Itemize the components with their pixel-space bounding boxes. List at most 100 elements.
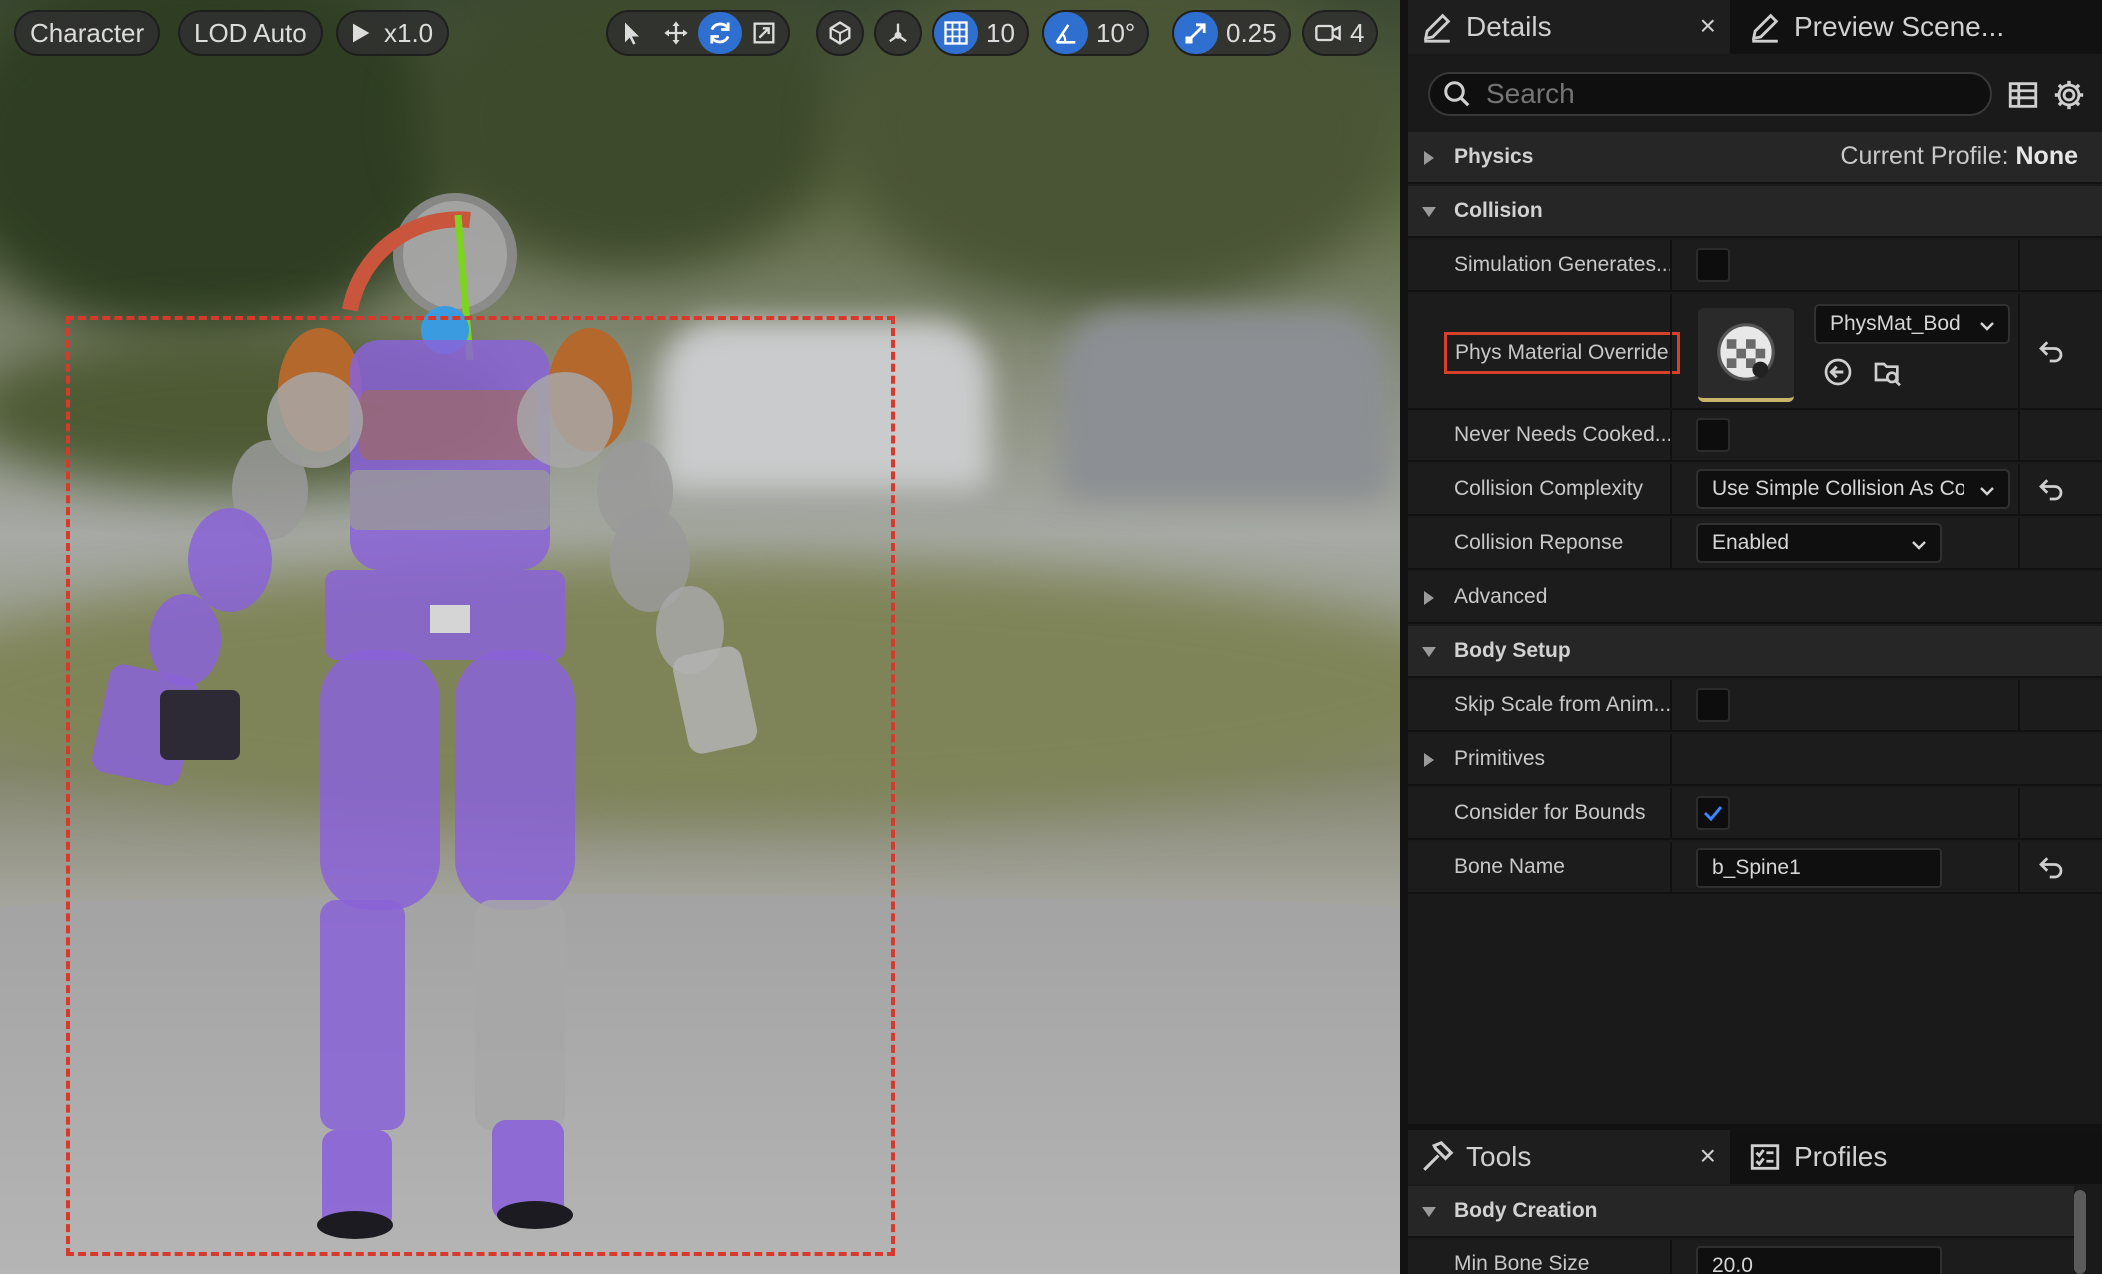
scale-snap-value[interactable]: 0.25: [1218, 18, 1287, 49]
tools-scrollbar[interactable]: [2074, 1190, 2086, 1274]
reset-to-default-icon[interactable]: [2036, 852, 2066, 882]
column-divider: [1670, 1240, 1672, 1274]
simulation-generates-checkbox[interactable]: [1696, 248, 1730, 282]
camera-speed-control[interactable]: 4: [1302, 10, 1379, 56]
close-icon[interactable]: ×: [1700, 10, 1716, 42]
column-divider: [1670, 842, 1672, 892]
lod-menu-button[interactable]: LOD Auto: [178, 10, 323, 56]
scale-mode-icon[interactable]: [742, 12, 786, 54]
property-phys-material-override: Phys Material Override PhysMat_Bod: [1408, 294, 2102, 410]
property-bone-name: Bone Name b_Spine1: [1408, 842, 2102, 894]
min-bone-size-field[interactable]: 20.0: [1696, 1246, 1942, 1274]
surface-snap-icon: [876, 12, 920, 54]
tab-preview-scene-label: Preview Scene...: [1794, 11, 2005, 42]
column-divider: [1670, 294, 1672, 408]
browse-asset-icon[interactable]: [1872, 356, 1904, 388]
section-physics[interactable]: Physics Current Profile: None: [1408, 132, 2102, 184]
column-divider: [1670, 680, 1672, 730]
search-input[interactable]: [1486, 78, 1966, 110]
advanced-label: Advanced: [1454, 585, 1548, 608]
surface-snap-toggle[interactable]: [874, 10, 922, 56]
collision-response-value: Enabled: [1712, 531, 1790, 554]
tab-tools[interactable]: Tools ×: [1408, 1130, 1730, 1184]
collapse-arrow-icon: [1422, 1207, 1436, 1217]
phys-material-override-label: Phys Material Override: [1444, 332, 1680, 374]
column-divider: [2018, 788, 2020, 838]
tab-tools-label: Tools: [1466, 1141, 1532, 1172]
scale-snap-control[interactable]: 0.25: [1172, 10, 1291, 56]
simulation-generates-label: Simulation Generates...: [1454, 253, 1674, 276]
column-divider: [2018, 680, 2020, 730]
play-speed-label: x1.0: [384, 17, 434, 48]
settings-gear-icon[interactable]: [2052, 78, 2086, 112]
world-space-icon: [818, 12, 862, 54]
table-view-icon[interactable]: [2006, 78, 2040, 112]
phys-material-combo[interactable]: PhysMat_Bod: [1814, 304, 2010, 344]
property-advanced[interactable]: Advanced: [1408, 572, 2102, 624]
reset-to-default-icon[interactable]: [2036, 474, 2066, 504]
collision-response-combo[interactable]: Enabled: [1696, 523, 1942, 563]
play-speed-button[interactable]: x1.0: [336, 10, 450, 56]
property-primitives[interactable]: Primitives: [1408, 734, 2102, 786]
viewport[interactable]: Character LOD Auto x1.0 10 10° 0.25 4: [0, 0, 1400, 1274]
translate-mode-icon[interactable]: [654, 12, 698, 54]
skip-scale-checkbox[interactable]: [1696, 688, 1730, 722]
tab-details-label: Details: [1466, 11, 1552, 42]
lod-menu-label: LOD Auto: [194, 17, 307, 48]
chevron-down-icon: [1912, 541, 1926, 550]
section-body-setup[interactable]: Body Setup: [1408, 626, 2102, 678]
bone-name-label: Bone Name: [1454, 855, 1565, 878]
column-divider: [2018, 240, 2020, 290]
section-physics-label: Physics: [1454, 145, 1534, 168]
grid-snap-icon[interactable]: [934, 12, 978, 54]
reset-to-default-icon[interactable]: [2036, 336, 2066, 366]
section-collision[interactable]: Collision: [1408, 186, 2102, 238]
tools-tab-bar: Tools × Profiles: [1408, 1130, 2102, 1184]
world-local-toggle[interactable]: [816, 10, 864, 56]
scale-snap-icon[interactable]: [1174, 12, 1218, 54]
grid-snap-control[interactable]: 10: [932, 10, 1029, 56]
column-divider: [1670, 518, 1672, 568]
physical-material-icon: [1717, 323, 1775, 381]
rotation-snap-control[interactable]: 10°: [1042, 10, 1150, 56]
use-selected-asset-icon[interactable]: [1822, 356, 1854, 388]
current-profile: Current Profile: None: [1840, 142, 2078, 171]
section-body-setup-label: Body Setup: [1454, 639, 1571, 662]
rotate-mode-icon[interactable]: [698, 12, 742, 54]
never-needs-cooked-checkbox[interactable]: [1696, 418, 1730, 452]
angle-snap-icon[interactable]: [1044, 12, 1088, 54]
column-divider: [2018, 294, 2020, 408]
tab-details[interactable]: Details ×: [1408, 0, 1730, 54]
skip-scale-label: Skip Scale from Anim...: [1454, 693, 1672, 716]
bone-name-field[interactable]: b_Spine1: [1696, 848, 1942, 888]
hammer-icon: [1423, 1141, 1454, 1171]
rotation-snap-value[interactable]: 10°: [1088, 18, 1145, 49]
search-box[interactable]: [1428, 72, 1992, 116]
details-tab-bar: Details × Preview Scene...: [1408, 0, 2102, 54]
collision-complexity-combo[interactable]: Use Simple Collision As Complex: [1696, 469, 2010, 509]
character-menu-label: Character: [30, 17, 145, 48]
character-menu-button[interactable]: Character: [14, 10, 161, 56]
collapse-arrow-icon: [1422, 207, 1436, 217]
close-icon[interactable]: ×: [1700, 1140, 1716, 1172]
tools-panel: Tools × Profiles Body Creation Min Bone …: [1408, 1130, 2102, 1274]
camera-icon: [1310, 12, 1346, 54]
min-bone-size-label: Min Bone Size: [1454, 1252, 1590, 1274]
expand-arrow-icon: [1424, 753, 1434, 767]
chevron-down-icon: [1980, 322, 1994, 331]
profiles-list-icon: [1750, 1144, 1780, 1170]
grid-snap-value[interactable]: 10: [978, 18, 1025, 49]
pencil-icon: [1423, 13, 1451, 43]
consider-for-bounds-checkbox[interactable]: [1696, 796, 1730, 830]
section-body-creation[interactable]: Body Creation: [1408, 1186, 2074, 1238]
column-divider: [2018, 464, 2020, 514]
tab-profiles-label: Profiles: [1794, 1141, 1888, 1172]
column-divider: [2018, 410, 2020, 460]
tab-profiles[interactable]: Profiles: [1736, 1130, 2102, 1184]
tab-preview-scene[interactable]: Preview Scene...: [1736, 0, 2102, 54]
select-mode-icon[interactable]: [610, 12, 654, 54]
play-icon: [338, 12, 382, 54]
collision-response-label: Collision Reponse: [1454, 531, 1624, 554]
material-thumbnail[interactable]: [1698, 308, 1794, 402]
right-panel: Details × Preview Scene... Physics Curre…: [1400, 0, 2102, 1274]
